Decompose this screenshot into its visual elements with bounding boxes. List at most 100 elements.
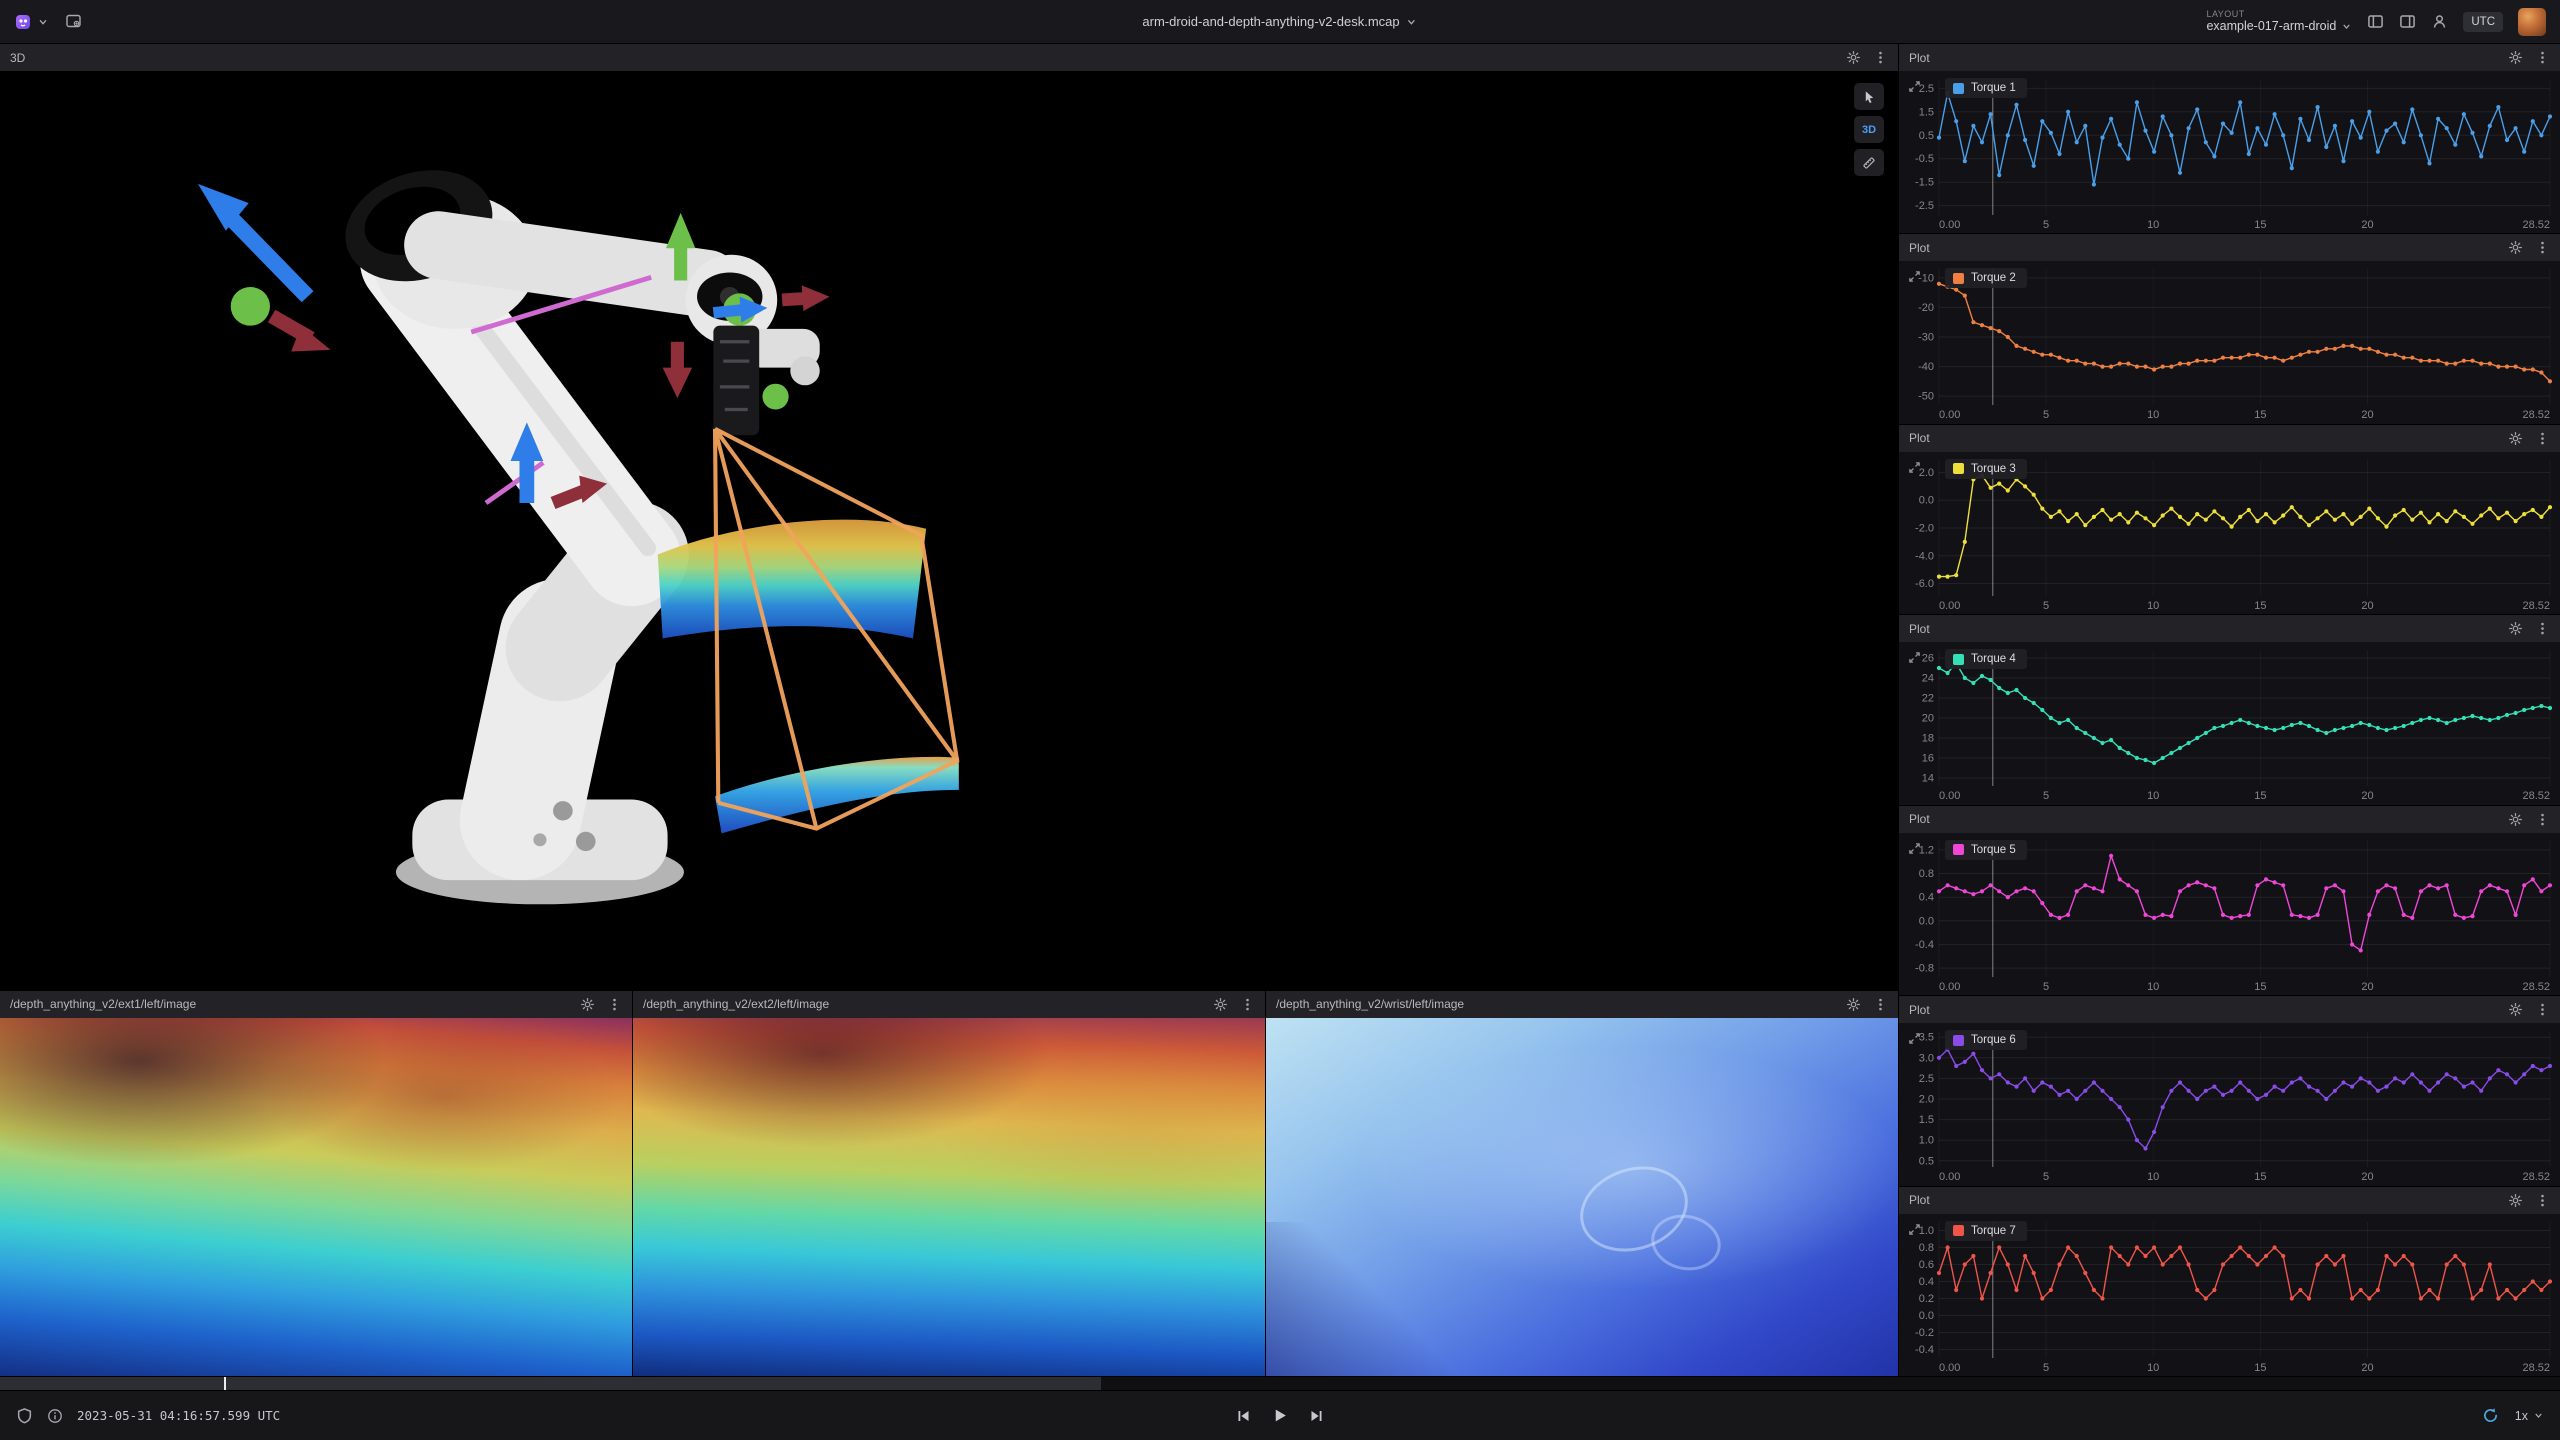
plot-fit-button[interactable] bbox=[1908, 461, 1921, 474]
plot-fit-button[interactable] bbox=[1908, 1223, 1921, 1236]
plot-legend[interactable]: Torque 3 bbox=[1945, 459, 2027, 479]
seek-backward-button[interactable] bbox=[1236, 1408, 1252, 1424]
image-view[interactable] bbox=[1266, 1018, 1898, 1376]
plot-menu-icon[interactable] bbox=[2535, 240, 2550, 255]
plot-settings-icon[interactable] bbox=[2508, 50, 2523, 65]
selection-tool-button[interactable] bbox=[1854, 83, 1884, 110]
depth-image-wrist bbox=[1266, 1018, 1898, 1376]
svg-text:-0.2: -0.2 bbox=[1915, 1327, 1934, 1339]
measure-tool-button[interactable] bbox=[1854, 149, 1884, 176]
image-menu-icon[interactable] bbox=[1873, 997, 1888, 1012]
plot-settings-icon[interactable] bbox=[2508, 240, 2523, 255]
image-panel-wrist: /depth_anything_v2/wrist/left/image bbox=[1266, 991, 1898, 1376]
plot-menu-icon[interactable] bbox=[2535, 431, 2550, 446]
svg-text:0.6: 0.6 bbox=[1919, 1259, 1934, 1271]
svg-text:5: 5 bbox=[2043, 600, 2049, 612]
plot-fit-icon bbox=[1908, 1032, 1921, 1045]
svg-text:3.0: 3.0 bbox=[1919, 1052, 1934, 1064]
plot-settings-icon[interactable] bbox=[2508, 1193, 2523, 1208]
plot-legend[interactable]: Torque 2 bbox=[1945, 268, 2027, 288]
legend-label: Torque 4 bbox=[1971, 653, 2016, 665]
3d-menu-icon[interactable] bbox=[1873, 50, 1888, 65]
cursor-icon bbox=[1863, 90, 1876, 104]
layout-switcher[interactable]: LAYOUT example-017-arm-droid bbox=[2206, 9, 2352, 34]
chevron-down-icon bbox=[37, 16, 49, 28]
playback-info-button[interactable] bbox=[47, 1408, 63, 1424]
sidebar-left-icon bbox=[2367, 13, 2384, 30]
plot-legend[interactable]: Torque 7 bbox=[1945, 1221, 2027, 1241]
svg-text:-30: -30 bbox=[1918, 332, 1934, 344]
svg-text:15: 15 bbox=[2254, 790, 2266, 802]
image-panel-header: /depth_anything_v2/ext2/left/image bbox=[633, 991, 1265, 1018]
timeline-playhead[interactable] bbox=[224, 1377, 226, 1390]
plot-panel-title: Plot bbox=[1909, 1193, 1930, 1207]
plot-settings-icon[interactable] bbox=[2508, 812, 2523, 827]
svg-text:0.5: 0.5 bbox=[1919, 130, 1934, 142]
plot-panel-header: Plot bbox=[1899, 1187, 2560, 1214]
plot-settings-icon[interactable] bbox=[2508, 1002, 2523, 1017]
plot-fit-button[interactable] bbox=[1908, 1032, 1921, 1045]
plot-settings-icon[interactable] bbox=[2508, 621, 2523, 636]
camera-mode-3d-button[interactable]: 3D bbox=[1854, 116, 1884, 143]
loop-playback-button[interactable] bbox=[2482, 1407, 2499, 1424]
plot-panel-title: Plot bbox=[1909, 812, 1930, 826]
playback-speed-button[interactable]: 1x bbox=[2515, 1409, 2544, 1423]
toggle-right-sidebar-button[interactable] bbox=[2399, 13, 2416, 30]
play-button[interactable] bbox=[1272, 1407, 1289, 1424]
plot-legend[interactable]: Torque 1 bbox=[1945, 78, 2027, 98]
app-menu-button[interactable] bbox=[14, 13, 49, 31]
account-button[interactable] bbox=[2431, 13, 2448, 30]
plot-menu-icon[interactable] bbox=[2535, 1002, 2550, 1017]
plot-fit-button[interactable] bbox=[1908, 270, 1921, 283]
plot-body: Torque 2 -10-20-30-40-500.00510152028.52 bbox=[1899, 261, 2560, 423]
plot-legend[interactable]: Torque 4 bbox=[1945, 649, 2027, 669]
3d-panel: 3D bbox=[0, 44, 1898, 990]
plot-menu-icon[interactable] bbox=[2535, 621, 2550, 636]
plot-legend[interactable]: Torque 5 bbox=[1945, 840, 2027, 860]
play-icon bbox=[1272, 1407, 1289, 1424]
legend-swatch bbox=[1953, 1035, 1964, 1046]
user-avatar[interactable] bbox=[2518, 8, 2546, 36]
image-menu-icon[interactable] bbox=[607, 997, 622, 1012]
timezone-badge[interactable]: UTC bbox=[2463, 12, 2503, 32]
plot-panel-title: Plot bbox=[1909, 51, 1930, 65]
plot-menu-icon[interactable] bbox=[2535, 812, 2550, 827]
svg-text:1.5: 1.5 bbox=[1919, 106, 1934, 118]
legend-label: Torque 3 bbox=[1971, 463, 2016, 475]
svg-text:10: 10 bbox=[2147, 981, 2159, 993]
svg-text:15: 15 bbox=[2254, 409, 2266, 421]
plot-settings-icon[interactable] bbox=[2508, 431, 2523, 446]
image-settings-icon[interactable] bbox=[1846, 997, 1861, 1012]
timeline-scrubber[interactable] bbox=[0, 1376, 2560, 1390]
file-title-button[interactable]: arm-droid-and-depth-anything-v2-desk.mca… bbox=[1142, 14, 1417, 29]
image-panel-header: /depth_anything_v2/ext1/left/image bbox=[0, 991, 632, 1018]
image-menu-icon[interactable] bbox=[1240, 997, 1255, 1012]
image-settings-icon[interactable] bbox=[580, 997, 595, 1012]
toggle-left-sidebar-button[interactable] bbox=[2367, 13, 2384, 30]
3d-viewport[interactable]: 3D bbox=[0, 71, 1898, 990]
plot-fit-button[interactable] bbox=[1908, 80, 1921, 93]
image-view[interactable] bbox=[633, 1018, 1265, 1376]
plot-fit-button[interactable] bbox=[1908, 651, 1921, 664]
svg-text:14: 14 bbox=[1922, 773, 1934, 785]
plot-menu-icon[interactable] bbox=[2535, 1193, 2550, 1208]
plot-fit-button[interactable] bbox=[1908, 842, 1921, 855]
loop-icon bbox=[2482, 1407, 2499, 1424]
svg-text:10: 10 bbox=[2147, 600, 2159, 612]
image-settings-icon[interactable] bbox=[1213, 997, 1228, 1012]
svg-text:28.52: 28.52 bbox=[2522, 600, 2550, 612]
plot-panel-header: Plot bbox=[1899, 615, 2560, 642]
image-view[interactable] bbox=[0, 1018, 632, 1376]
seek-forward-button[interactable] bbox=[1309, 1408, 1325, 1424]
plot-body: Torque 1 2.51.50.5-0.5-1.5-2.50.00510152… bbox=[1899, 71, 2560, 233]
playback-timestamp: 2023-05-31 04:16:57.599 UTC bbox=[77, 1408, 280, 1423]
svg-text:20: 20 bbox=[1922, 713, 1934, 725]
svg-text:5: 5 bbox=[2043, 1362, 2049, 1374]
legend-label: Torque 2 bbox=[1971, 272, 2016, 284]
3d-settings-icon[interactable] bbox=[1846, 50, 1861, 65]
plot-menu-icon[interactable] bbox=[2535, 50, 2550, 65]
plot-panel-title: Plot bbox=[1909, 1003, 1930, 1017]
data-source-status-button[interactable] bbox=[16, 1407, 33, 1424]
open-data-source-button[interactable] bbox=[65, 13, 82, 30]
plot-legend[interactable]: Torque 6 bbox=[1945, 1030, 2027, 1050]
